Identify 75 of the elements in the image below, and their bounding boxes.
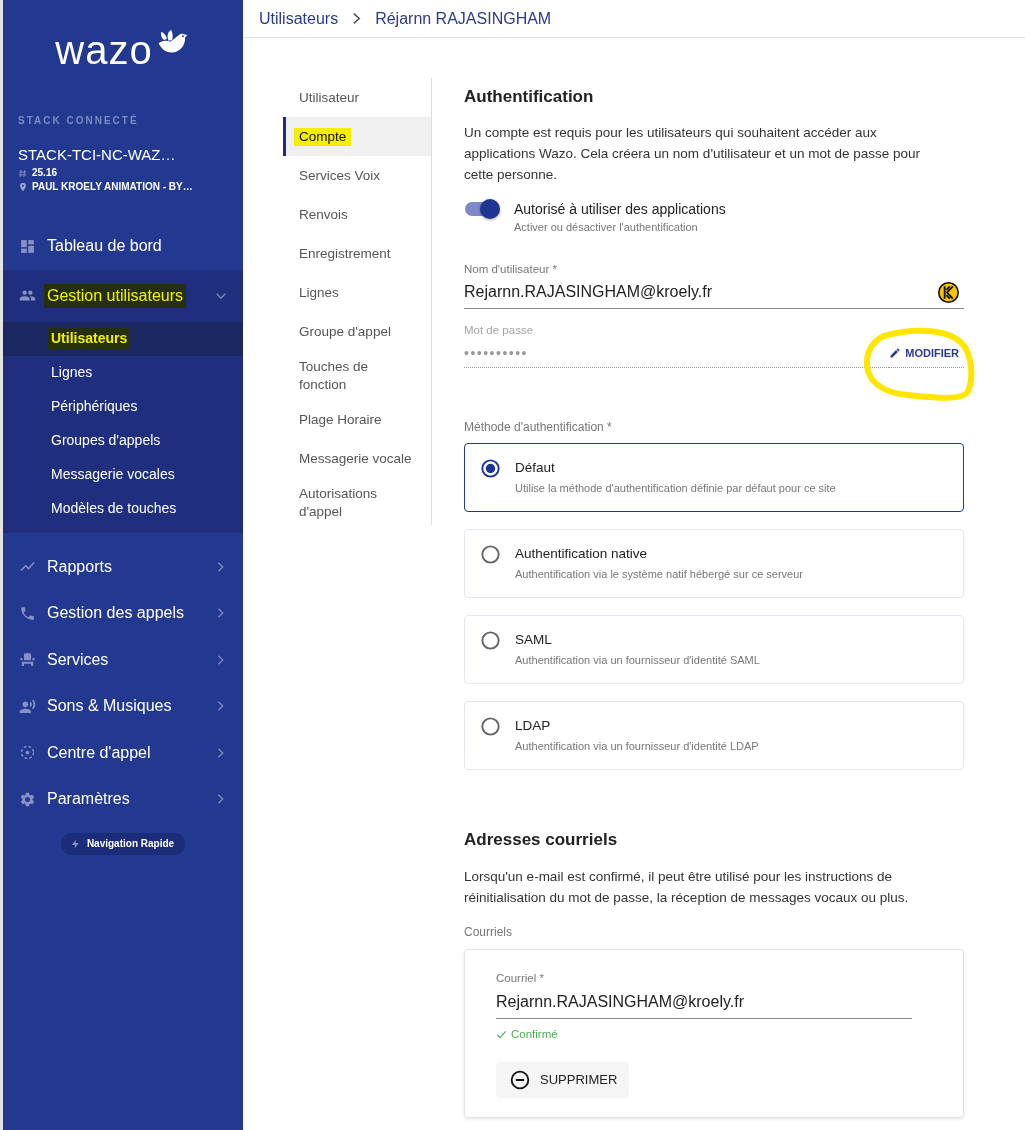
sidebar-item[interactable]: Services	[3, 636, 243, 683]
hash-icon	[18, 168, 27, 178]
section-nav-item[interactable]: Messagerie vocale	[283, 439, 431, 478]
section-nav-item[interactable]: Touches de fonction	[283, 351, 431, 400]
chevron-right-icon	[352, 12, 362, 25]
option-description: Authentification via un fournisseur d'identité SAML	[515, 653, 760, 668]
section-nav-item[interactable]: Utilisateur	[283, 78, 431, 117]
toggle-switch[interactable]	[464, 199, 500, 219]
option-description: Utilise la méthode d'authentification définie par défaut pour ce site	[515, 481, 836, 496]
minus-circle-icon	[510, 1070, 530, 1090]
grid-icon	[19, 237, 36, 255]
option-description: Authentification via un fournisseur d'identité LDAP	[515, 739, 759, 754]
lightning-icon	[69, 837, 81, 850]
sidebar-item[interactable]: Centre d'appel	[3, 729, 243, 776]
sidebar-subitem[interactable]: Messagerie vocales	[3, 457, 243, 492]
radio-button[interactable]	[481, 459, 500, 478]
logo-text: wazo	[55, 27, 153, 74]
delete-button[interactable]: SUPPRIMER	[496, 1062, 630, 1098]
option-title: Défaut	[515, 459, 556, 477]
check-icon	[496, 1028, 507, 1040]
field-label: Courriels	[464, 925, 513, 939]
field-label: Courriel *	[496, 971, 545, 985]
sidebar-item[interactable]: Tableau de bord	[3, 223, 243, 270]
sidebar-item[interactable]: Gestion des appels	[3, 590, 243, 637]
section-nav-item[interactable]: Groupe d'appel	[283, 312, 431, 351]
field-label: Nom d'utilisateur *	[464, 262, 558, 276]
radio-button[interactable]	[481, 631, 500, 650]
breadcrumb-current: Réjarnn RAJASINGHAM	[375, 8, 552, 29]
section-nav-item[interactable]: Compte	[283, 117, 431, 156]
section-nav-item[interactable]: Lignes	[283, 273, 431, 312]
field-label: Méthode d'authentification *	[464, 420, 613, 434]
toggle-label: Autorisé à utiliser des applications	[514, 200, 726, 218]
section-description: Un compte est requis pour les utilisateurs qui souhaitent accéder aux applications Wazo. Cela créera un nom d'utilisateur et un mot de passe pour cette personne.	[464, 124, 922, 184]
section-nav-item[interactable]: Enregistrement	[283, 234, 431, 273]
letter-k-icon	[937, 281, 960, 304]
section-title: Authentification	[464, 86, 595, 108]
location-pin-icon	[18, 182, 28, 192]
sidebar-item[interactable]: Gestion utilisateurs	[3, 269, 243, 322]
stack-version: 25.16	[32, 166, 58, 180]
option-title: SAML	[515, 631, 553, 649]
option-title: LDAP	[515, 717, 552, 735]
option-description: Authentification via le système natif hébergé sur ce serveur	[515, 567, 803, 582]
section-nav-item[interactable]: Autorisations d'appel	[283, 478, 431, 527]
stack-heading: STACK CONNECTÉ	[18, 114, 140, 128]
sidebar-item[interactable]: Paramètres	[3, 776, 243, 823]
email-field[interactable]: Rejarnn.RAJASINGHAM@kroely.fr	[496, 988, 912, 1019]
sidebar-item[interactable]: Sons & Musiques	[3, 683, 243, 730]
toggle-hint: Activer ou désactiver l'authentification	[514, 220, 699, 234]
section-nav-item[interactable]: Renvois	[283, 195, 431, 234]
sidebar-item[interactable]: Rapports	[3, 543, 243, 590]
sidebar-subitem[interactable]: Périphériques	[3, 389, 243, 424]
section-description: Lorsqu'un e-mail est confirmé, il peut être utilisé pour les instructions de réinitialisation du mot de passe, la réception de messages vocaux ou plus.	[464, 868, 910, 907]
quick-navigation-button[interactable]: Navigation Rapide	[60, 832, 186, 855]
radio-button[interactable]	[481, 545, 500, 564]
option-title: Authentification native	[515, 545, 649, 563]
section-title: Adresses courriels	[464, 829, 619, 851]
breadcrumb-link[interactable]: Utilisateurs	[259, 6, 339, 31]
pencil-icon	[889, 347, 902, 359]
sidebar-subitem[interactable]: Utilisateurs	[3, 321, 243, 356]
sidebar-subitem[interactable]: Modèles de touches	[3, 491, 243, 526]
person-speaking-icon	[19, 697, 36, 715]
phone-icon	[19, 604, 36, 622]
target-icon	[19, 744, 36, 762]
section-nav-item[interactable]: Services Voix	[283, 156, 431, 195]
sidebar-subitem[interactable]: Groupes d'appels	[3, 423, 243, 458]
sidebar-subitem[interactable]: Lignes	[3, 355, 243, 390]
seat-icon	[19, 651, 36, 669]
gear-icon	[19, 790, 36, 808]
email-status: Confirmé	[511, 1027, 558, 1041]
field-label: Mot de passe	[464, 323, 535, 337]
stack-location: PAUL KROELY ANIMATION - BY…	[32, 180, 193, 194]
radio-button[interactable]	[481, 717, 500, 736]
stack-name: STACK-TCI-NC-WAZ…	[18, 146, 177, 164]
username-field[interactable]: Rejarnn.RAJASINGHAM@kroely.fr	[464, 278, 964, 309]
section-nav-item[interactable]: Plage Horaire	[283, 400, 431, 439]
